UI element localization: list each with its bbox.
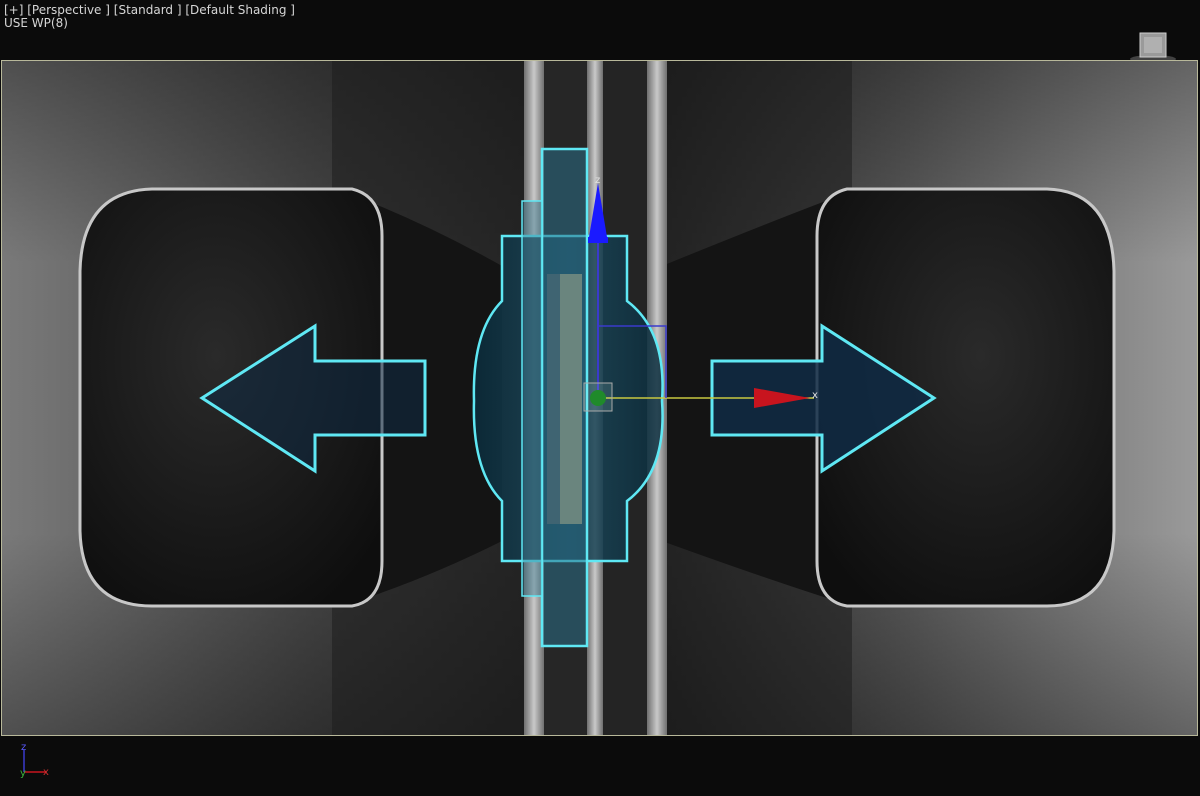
viewcube-icon[interactable] xyxy=(1128,28,1178,64)
work-pivot-label: USE WP(8) xyxy=(4,16,68,30)
axis-tripod-icon: z y x xyxy=(20,742,49,779)
clamp-front-plate[interactable] xyxy=(540,147,589,648)
gizmo-z-label: z xyxy=(595,175,600,186)
viewport-view-menu[interactable]: [Perspective ] xyxy=(27,3,110,17)
gizmo-center-handle[interactable] xyxy=(590,390,606,406)
viewport-plus-menu[interactable]: [+] xyxy=(4,3,23,17)
viewport-shading-menu[interactable]: [Default Shading ] xyxy=(185,3,295,17)
tripod-z-label: z xyxy=(21,742,26,753)
viewport-render-menu[interactable]: [Standard ] xyxy=(114,3,182,17)
gizmo-x-label: x xyxy=(812,390,818,401)
perspective-viewport[interactable]: z x xyxy=(1,60,1198,736)
viewport-label-menu[interactable]: [+] [Perspective ] [Standard ] [Default … xyxy=(4,4,295,16)
tripod-y-label: y xyxy=(20,768,26,779)
scene-canvas[interactable]: z x xyxy=(2,61,1197,735)
clamp-side-plate xyxy=(521,200,543,597)
tripod-x-label: x xyxy=(43,767,49,778)
gizmo-z-cap[interactable] xyxy=(588,237,608,243)
